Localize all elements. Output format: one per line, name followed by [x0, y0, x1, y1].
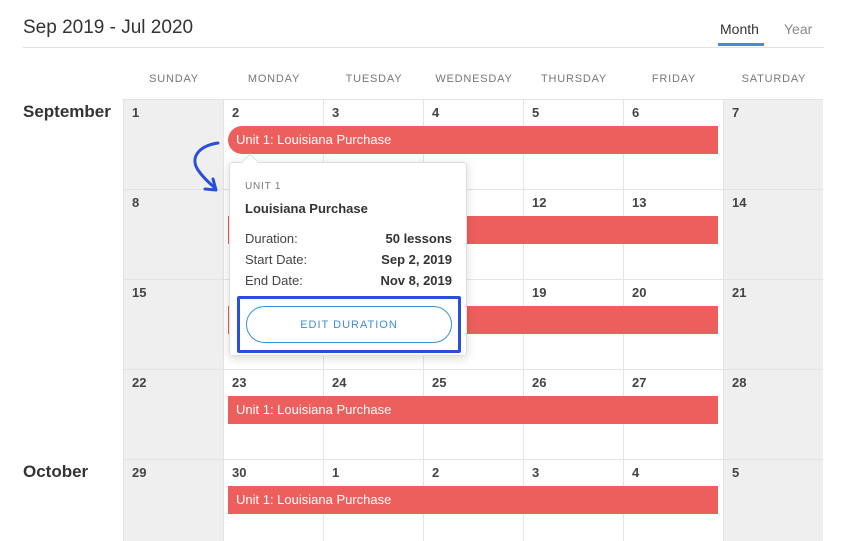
day-number: 15: [132, 285, 147, 300]
day-number: 20: [632, 285, 647, 300]
day-number: 23: [232, 375, 247, 390]
day-number: 4: [432, 105, 440, 120]
edit-duration-button[interactable]: EDIT DURATION: [246, 306, 452, 343]
month-label-october: October: [23, 462, 89, 481]
day-number: 21: [732, 285, 747, 300]
day-cell[interactable]: 22: [123, 369, 223, 459]
weekday-saturday: SATURDAY: [741, 73, 807, 85]
end-date-label: End Date:: [245, 273, 303, 288]
calendar-header: Sep 2019 - Jul 2020 Month Year: [23, 0, 824, 48]
event-bar[interactable]: Unit 1: Louisiana Purchase: [228, 396, 718, 424]
tab-month[interactable]: Month: [720, 21, 759, 37]
start-date-value: Sep 2, 2019: [381, 252, 452, 267]
popover-unit-label: UNIT 1: [245, 181, 282, 192]
day-number: 29: [132, 465, 147, 480]
duration-label: Duration:: [245, 231, 298, 246]
weekday-thursday: THURSDAY: [540, 73, 608, 85]
weekday-friday: FRIDAY: [651, 73, 697, 85]
day-cell[interactable]: 7: [723, 99, 823, 189]
date-range-title: Sep 2019 - Jul 2020: [23, 17, 194, 38]
day-number: 6: [632, 105, 640, 120]
day-number: 25: [432, 375, 447, 390]
day-cell[interactable]: 14: [723, 189, 823, 279]
day-cell[interactable]: 21: [723, 279, 823, 369]
day-cell[interactable]: 5: [723, 459, 823, 541]
weekday-tuesday: TUESDAY: [345, 73, 403, 85]
event-bar[interactable]: Unit 1: Louisiana Purchase: [228, 126, 718, 154]
day-number: 13: [632, 195, 647, 210]
day-number: 4: [632, 465, 640, 480]
tab-year[interactable]: Year: [784, 21, 812, 37]
day-number: 1: [332, 465, 340, 480]
start-date-label: Start Date:: [245, 252, 308, 267]
day-cell[interactable]: 8: [123, 189, 223, 279]
day-cell[interactable]: 29: [123, 459, 223, 541]
day-number: 3: [532, 465, 540, 480]
day-number: 27: [632, 375, 647, 390]
day-number: 19: [532, 285, 547, 300]
day-number: 1: [132, 105, 140, 120]
day-number: 5: [532, 105, 540, 120]
day-number: 26: [532, 375, 547, 390]
day-cell[interactable]: 15: [123, 279, 223, 369]
day-number: 2: [432, 465, 440, 480]
active-tab-indicator: [718, 43, 764, 46]
duration-value: 50 lessons: [385, 231, 453, 246]
event-bar[interactable]: Unit 1: Louisiana Purchase: [228, 486, 718, 514]
popover-title: Louisiana Purchase: [245, 201, 368, 216]
day-number: 28: [732, 375, 747, 390]
day-number: 30: [232, 465, 247, 480]
popover-duration-row: Duration: 50 lessons: [245, 231, 452, 246]
day-number: 3: [332, 105, 340, 120]
annotation-arrow-icon: [193, 141, 220, 192]
day-number: 22: [132, 375, 147, 390]
end-date-value: Nov 8, 2019: [380, 273, 452, 288]
day-number: 24: [332, 375, 347, 390]
weekday-monday: MONDAY: [247, 73, 301, 85]
day-number: 8: [132, 195, 140, 210]
day-number: 7: [732, 105, 740, 120]
day-number: 2: [232, 105, 240, 120]
weekday-wednesday: WEDNESDAY: [435, 73, 513, 85]
weekday-sunday: SUNDAY: [149, 73, 199, 85]
day-number: 5: [732, 465, 740, 480]
popover-end-row: End Date: Nov 8, 2019: [245, 273, 452, 288]
month-label-september: September: [23, 102, 111, 121]
day-number: 14: [732, 195, 747, 210]
event-popover: UNIT 1 Louisiana Purchase Duration: 50 l…: [229, 153, 467, 356]
day-cell[interactable]: 28: [723, 369, 823, 459]
day-number: 12: [532, 195, 547, 210]
popover-start-row: Start Date: Sep 2, 2019: [245, 252, 452, 267]
